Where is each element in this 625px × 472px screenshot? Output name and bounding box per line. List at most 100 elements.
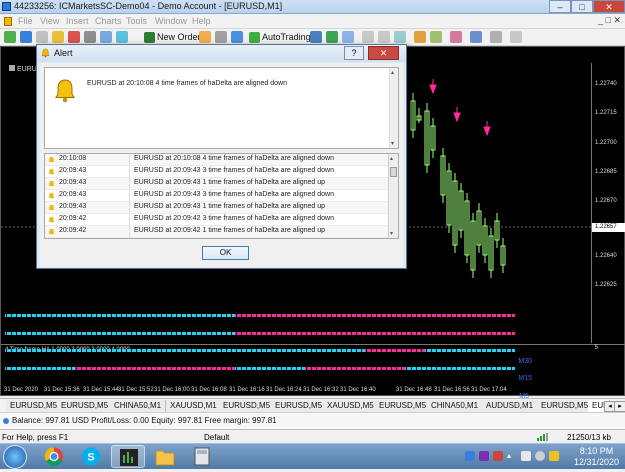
indicator-row	[5, 367, 515, 370]
chart-tab[interactable]: EURUSD,M5	[375, 400, 432, 412]
history-icon[interactable]	[116, 31, 128, 43]
scroll-down-arrow-icon[interactable]: ▾	[391, 140, 394, 147]
bell-icon	[41, 48, 50, 58]
periods-icon[interactable]	[470, 31, 482, 43]
chart-tab[interactable]: AUDUSD,M1	[482, 400, 539, 412]
price-tick: 1.22740	[595, 81, 617, 87]
chart-tab[interactable]: XAUUSD,M5	[323, 400, 379, 412]
scrollbar-thumb[interactable]	[390, 167, 397, 177]
tab-scroll-right-button[interactable]: ▸	[614, 401, 625, 412]
more-icon[interactable]	[510, 31, 522, 43]
message-scrollbar[interactable]: ▴ ▾	[389, 68, 398, 148]
tray-app3-icon[interactable]	[493, 451, 503, 461]
list-item[interactable]: 20:09:42 EURUSD at 20:09:42 1 time frame…	[45, 226, 389, 238]
menu-help[interactable]: Help	[192, 16, 211, 26]
alert-time: 20:10:08	[59, 155, 87, 162]
templates-icon[interactable]	[490, 31, 502, 43]
row-label-m30: M30	[518, 358, 532, 365]
menu-window[interactable]: Window	[155, 16, 187, 26]
terminal-icon[interactable]	[68, 31, 80, 43]
chart-tab[interactable]: CHINA50,M1	[110, 400, 167, 412]
tray-volume-icon[interactable]	[535, 451, 545, 461]
options-icon[interactable]	[215, 31, 227, 43]
minimize-button[interactable]: –	[549, 0, 571, 13]
tray-flag-icon[interactable]	[549, 451, 559, 461]
time-tick: 31 Dec 16:40	[340, 387, 376, 393]
candlestick-icon[interactable]	[326, 31, 338, 43]
bell-icon	[48, 156, 55, 163]
chart-shift-icon[interactable]	[414, 31, 426, 43]
maximize-button[interactable]: □	[571, 0, 593, 13]
account-summary: Balance: 997.81 USD Profit/Loss: 0.00 Eq…	[12, 416, 277, 425]
autotrading-label: AutoTrading	[262, 32, 311, 42]
bell-icon	[55, 79, 75, 103]
autoscroll-icon[interactable]	[430, 31, 442, 43]
chart-tab[interactable]: EURUSD,M5	[57, 400, 114, 412]
subwindow-divider[interactable]	[1, 344, 625, 345]
taskbar-folder-icon[interactable]	[148, 445, 182, 468]
zoom-in-icon[interactable]	[362, 31, 374, 43]
alert-titlebar[interactable]: Alert ? ✕	[37, 45, 406, 62]
close-button[interactable]: ✕	[593, 0, 625, 13]
menu-charts[interactable]: Charts	[95, 16, 122, 26]
taskbar-calculator-icon[interactable]	[185, 445, 219, 468]
list-item[interactable]: 20:09:43 EURUSD at 20:09:43 1 time frame…	[45, 178, 389, 190]
zoom-out-icon[interactable]	[378, 31, 390, 43]
app-icon	[2, 2, 11, 11]
help-button[interactable]: ?	[344, 46, 364, 60]
navigator-icon[interactable]	[52, 31, 64, 43]
scroll-up-arrow-icon[interactable]: ▴	[390, 155, 393, 162]
metaeditor-icon[interactable]	[199, 31, 211, 43]
trade-icon[interactable]	[231, 31, 243, 43]
menu-insert[interactable]: Insert	[66, 16, 89, 26]
alert-row-message: EURUSD at 20:09:43 3 time frames of haDe…	[134, 167, 334, 174]
tray-arrow-icon[interactable]: ▴	[507, 451, 517, 461]
taskbar-skype-icon[interactable]: S	[74, 445, 108, 468]
list-item[interactable]: 20:10:08 EURUSD at 20:10:08 4 time frame…	[45, 154, 389, 166]
market-watch-icon[interactable]	[36, 31, 48, 43]
list-item[interactable]: 20:09:43 EURUSD at 20:09:43 3 time frame…	[45, 166, 389, 178]
start-button[interactable]	[3, 445, 27, 469]
new-order-label: New Order	[157, 32, 201, 42]
menu-view[interactable]: View	[40, 16, 59, 26]
list-item[interactable]: 20:09:42 EURUSD at 20:09:42 3 time frame…	[45, 214, 389, 226]
list-item[interactable]: 20:09:43 EURUSD at 20:09:43 1 time frame…	[45, 202, 389, 214]
alert-time: 20:09:43	[59, 191, 87, 198]
line-chart-icon[interactable]	[342, 31, 354, 43]
connection-bars-icon	[537, 433, 548, 441]
ok-button[interactable]: OK	[202, 246, 249, 260]
menu-tools[interactable]: Tools	[126, 16, 147, 26]
tester-icon[interactable]	[84, 31, 96, 43]
time-tick: 31 Dec 16:24	[266, 387, 302, 393]
autotrading-button[interactable]: AutoTrading	[248, 30, 311, 45]
clock-time: 8:10 PM	[579, 446, 614, 456]
taskbar-metatrader-icon[interactable]	[111, 445, 145, 468]
chart-tab[interactable]: CHINA50,M1	[427, 400, 484, 412]
tray-network-icon[interactable]	[521, 451, 531, 461]
tile-windows-icon[interactable]	[394, 31, 406, 43]
tray-app-icon[interactable]	[465, 451, 475, 461]
chart-tab[interactable]: EURUSD,M5	[219, 400, 276, 412]
bell-icon	[48, 216, 55, 223]
alert-close-button[interactable]: ✕	[368, 46, 399, 60]
chart-tab[interactable]: EURUSD,M5	[537, 400, 594, 412]
scroll-down-arrow-icon[interactable]: ▾	[390, 230, 393, 237]
chart-tab[interactable]: XAUUSD,M1	[166, 400, 222, 412]
chart-tab[interactable]: EURUSD,M5	[6, 400, 63, 412]
status-bar: For Help, press F1 Default 21250/13 kb	[0, 429, 625, 443]
bar-chart-icon[interactable]	[310, 31, 322, 43]
new-order-button[interactable]: New Order	[143, 30, 201, 45]
indicators-icon[interactable]	[450, 31, 462, 43]
scroll-up-arrow-icon[interactable]: ▴	[391, 69, 394, 76]
list-item[interactable]: 20:09:43 EURUSD at 20:09:43 3 time frame…	[45, 190, 389, 202]
profiles-icon[interactable]	[20, 31, 32, 43]
taskbar-chrome-icon[interactable]	[37, 445, 71, 468]
chart-tab[interactable]: EURUSD,M5	[271, 400, 328, 412]
data-window-icon[interactable]	[100, 31, 112, 43]
mdi-controls[interactable]: _ □ ✕	[598, 15, 621, 26]
menu-file[interactable]: File	[18, 16, 33, 26]
list-scrollbar[interactable]: ▴ ▾	[388, 154, 398, 238]
tray-app2-icon[interactable]	[479, 451, 489, 461]
new-chart-icon[interactable]	[4, 31, 16, 43]
taskbar-clock[interactable]: 8:10 PM 12/31/2020	[574, 446, 619, 468]
